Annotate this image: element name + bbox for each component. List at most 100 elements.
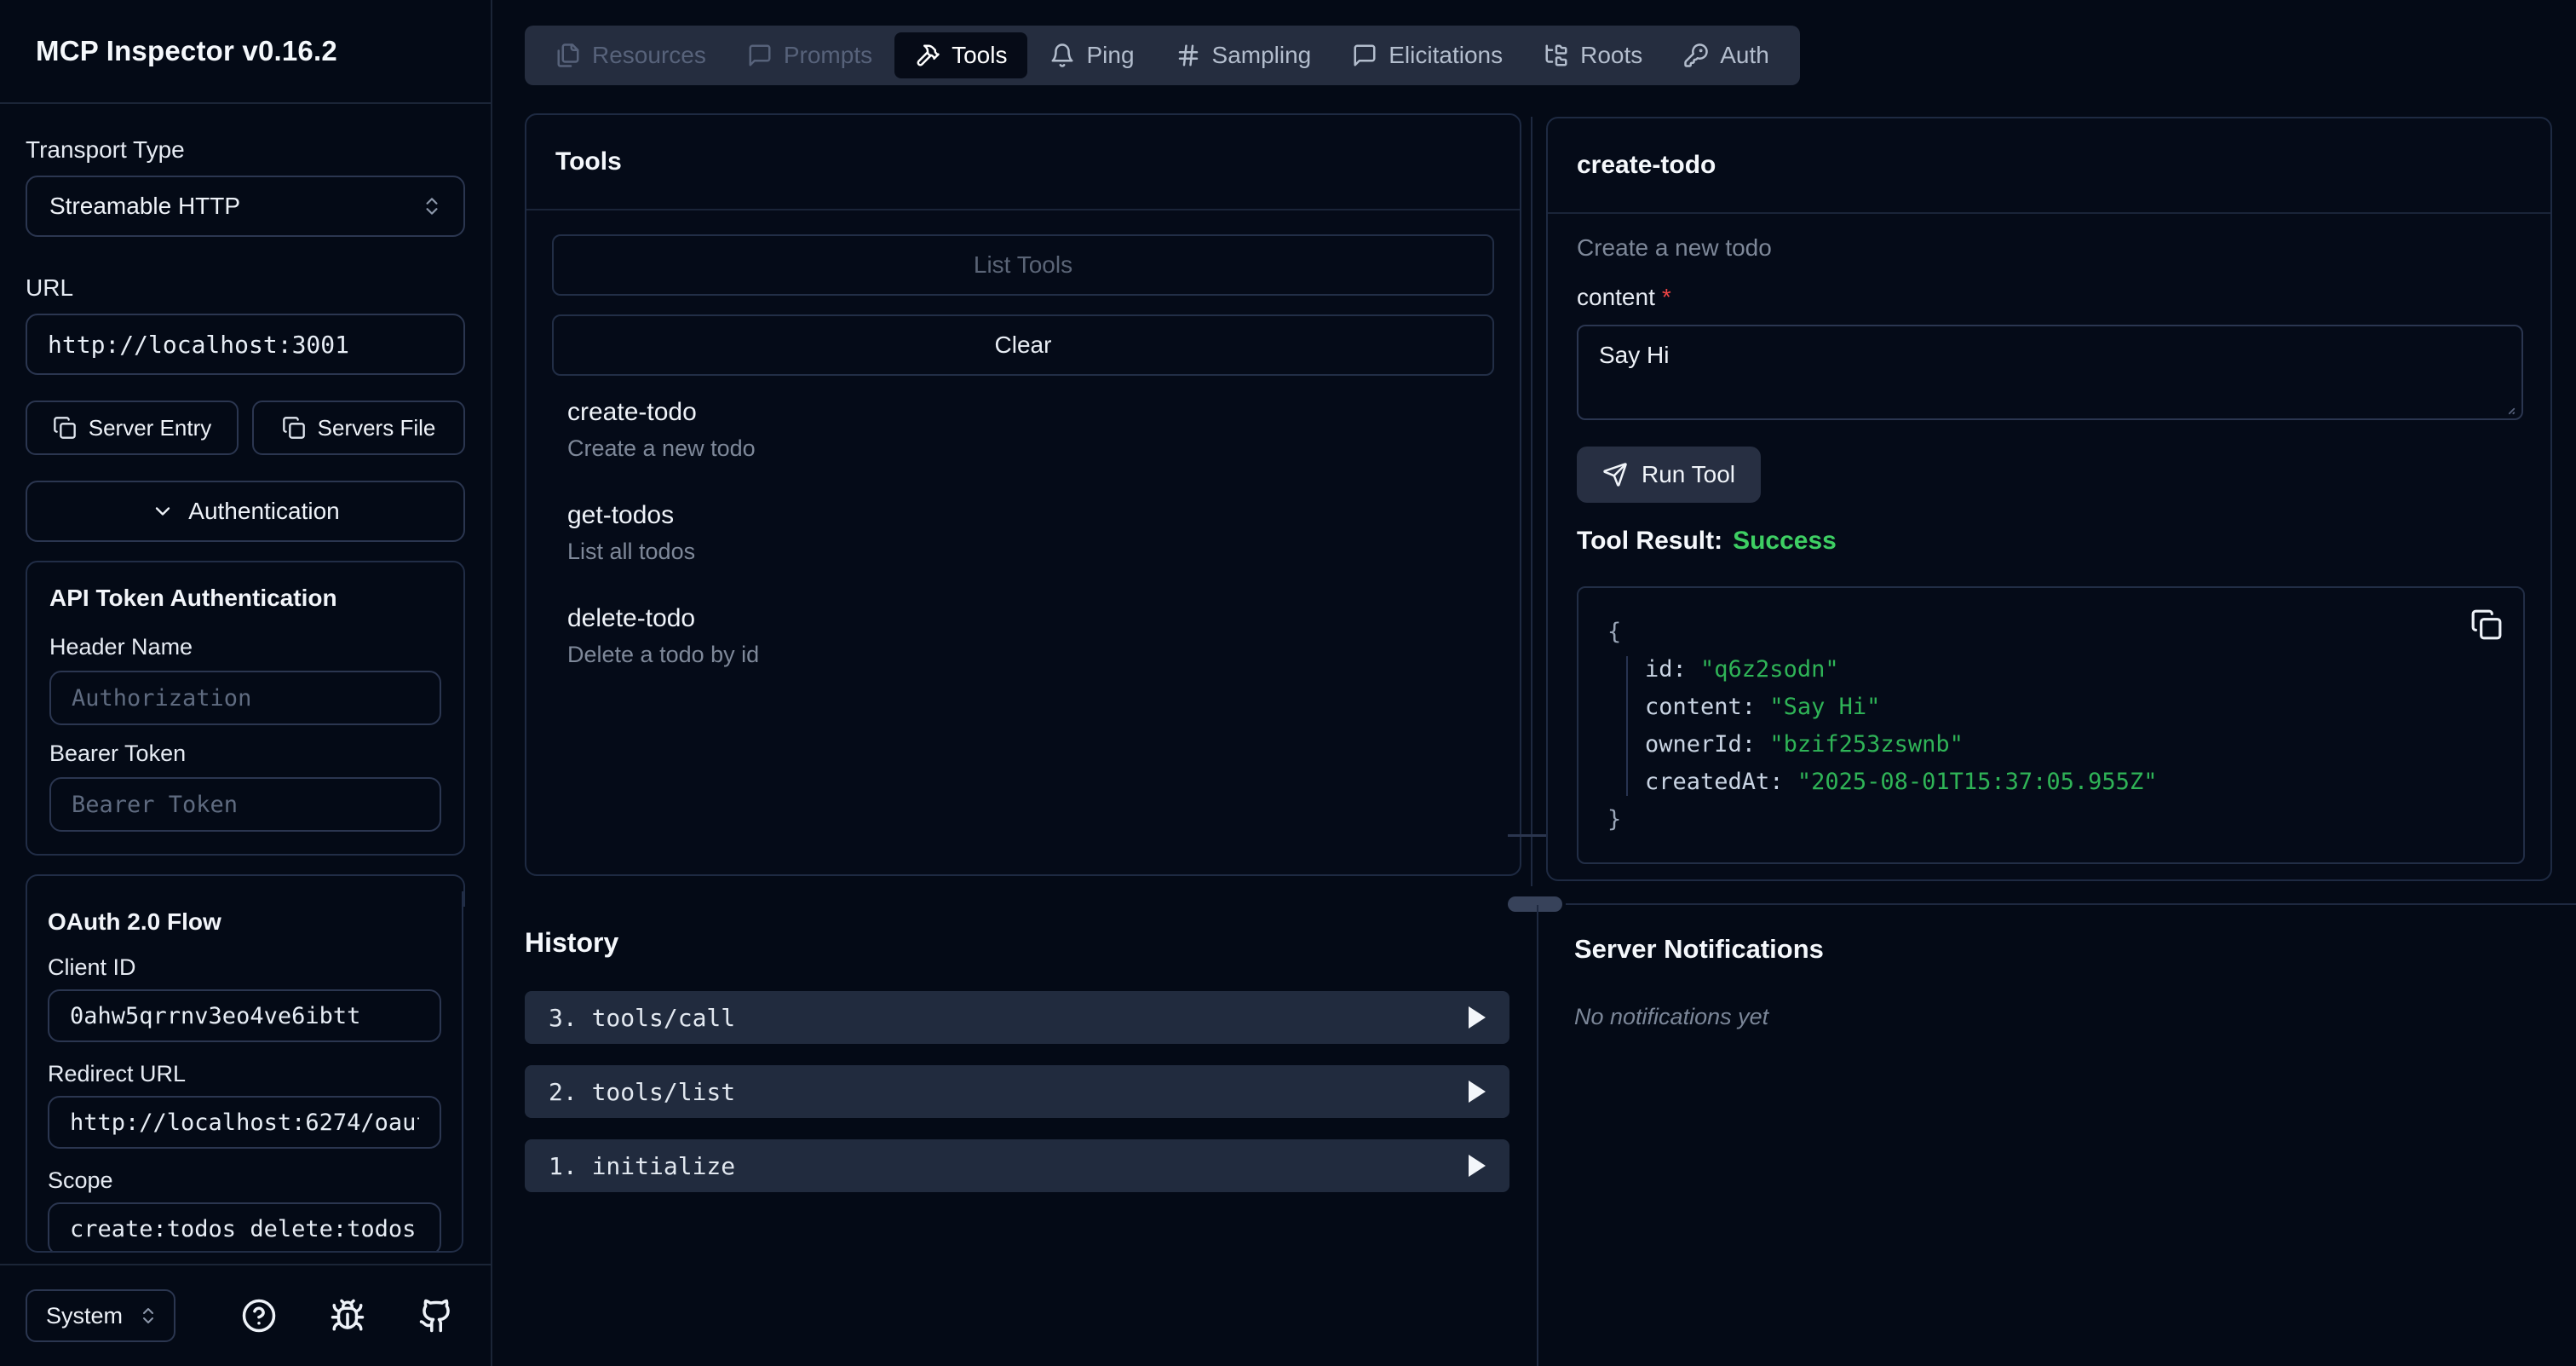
history-item-tools-call[interactable]: 3. tools/call — [525, 991, 1509, 1044]
tools-panel: Tools List Tools Clear create-todo Creat… — [525, 113, 1521, 876]
tool-result-json: { id: "q6z2sodn" content: "Say Hi" owner… — [1577, 586, 2525, 864]
server-entry-button[interactable]: Server Entry — [26, 401, 239, 455]
sidebar-footer: System — [0, 1264, 491, 1366]
tool-detail-title: create-todo — [1577, 151, 1716, 180]
hash-icon — [1176, 43, 1201, 68]
history-panel: History 3. tools/call 2. tools/list 1. i… — [525, 927, 1509, 1213]
github-icon — [418, 1298, 454, 1334]
bottom-vertical-divider — [1537, 905, 1538, 1366]
chevron-down-icon — [151, 499, 175, 523]
sidebar-header: MCP Inspector v0.16.2 — [0, 0, 491, 104]
servers-file-button[interactable]: Servers File — [252, 401, 465, 455]
json-close-brace: } — [1607, 801, 2498, 839]
history-title: History — [525, 927, 1509, 959]
expand-arrow-icon — [1469, 1006, 1486, 1029]
help-button[interactable] — [240, 1297, 278, 1334]
bearer-token-input[interactable] — [49, 777, 441, 832]
copy-icon — [2470, 608, 2503, 641]
tab-ping[interactable]: Ping — [1029, 26, 1154, 85]
panel-resize-divider[interactable] — [1531, 117, 1532, 886]
tool-result-status: Success — [1733, 527, 1837, 555]
tool-list-item-get-todos[interactable]: get-todos List all todos — [567, 501, 1479, 565]
no-notifications-message: No notifications yet — [1574, 1004, 1824, 1030]
json-entry: content: "Say Hi" — [1645, 689, 2498, 726]
horizontal-divider — [1566, 903, 2576, 905]
transport-type-label: Transport Type — [26, 136, 465, 164]
tab-auth[interactable]: Auth — [1663, 26, 1790, 85]
mcp-inspector-app: MCP Inspector v0.16.2 Transport Type Str… — [0, 0, 2576, 1366]
theme-value: System — [46, 1303, 123, 1329]
bug-report-button[interactable] — [329, 1297, 366, 1334]
run-tool-button[interactable]: Run Tool — [1577, 447, 1761, 503]
tool-result-label: Tool Result: — [1577, 527, 1722, 555]
scope-label: Scope — [48, 1167, 441, 1194]
horizontal-resize-handle[interactable] — [1508, 896, 1562, 912]
client-id-label: Client ID — [48, 954, 441, 981]
folder-tree-icon — [1544, 43, 1569, 68]
authentication-toggle[interactable]: Authentication — [26, 481, 465, 542]
api-token-auth-title: API Token Authentication — [49, 585, 441, 612]
oauth-flow-card: OAuth 2.0 Flow Client ID Redirect URL Sc… — [26, 891, 463, 1253]
redirect-url-label: Redirect URL — [48, 1061, 441, 1087]
tab-prompts[interactable]: Prompts — [727, 26, 893, 85]
clear-tools-button[interactable]: Clear — [552, 314, 1494, 376]
tool-detail-header: create-todo — [1548, 118, 2550, 214]
url-input[interactable] — [26, 314, 465, 375]
expand-arrow-icon — [1469, 1155, 1486, 1177]
expand-arrow-icon — [1469, 1081, 1486, 1103]
files-icon — [555, 43, 581, 68]
message-square-icon — [747, 43, 773, 68]
json-entries: id: "q6z2sodn" content: "Say Hi" ownerId… — [1607, 651, 2498, 801]
json-open-brace: { — [1607, 614, 2498, 651]
message-square-icon — [1352, 43, 1377, 68]
client-id-input[interactable] — [48, 989, 441, 1042]
bearer-token-label: Bearer Token — [49, 741, 441, 767]
bug-icon — [330, 1298, 365, 1334]
tool-detail-description: Create a new todo — [1577, 234, 2523, 262]
tab-tools[interactable]: Tools — [894, 32, 1027, 78]
redirect-url-input[interactable] — [48, 1096, 441, 1149]
bell-icon — [1049, 43, 1075, 68]
send-icon — [1602, 462, 1628, 487]
app-title: MCP Inspector v0.16.2 — [36, 35, 337, 67]
content-textarea[interactable]: Say Hi — [1577, 325, 2523, 420]
key-icon — [1683, 43, 1709, 68]
copy-json-button[interactable] — [2470, 608, 2503, 643]
help-circle-icon — [241, 1298, 277, 1334]
tool-detail-panel: create-todo Create a new todo content* S… — [1546, 117, 2552, 881]
tab-sampling[interactable]: Sampling — [1155, 26, 1332, 85]
history-item-tools-list[interactable]: 2. tools/list — [525, 1065, 1509, 1118]
tools-panel-header: Tools — [526, 115, 1520, 210]
tab-roots[interactable]: Roots — [1523, 26, 1663, 85]
header-name-label: Header Name — [49, 634, 441, 660]
tool-list-item-delete-todo[interactable]: delete-todo Delete a todo by id — [567, 604, 1479, 668]
required-marker: * — [1662, 284, 1671, 310]
tab-bar: Resources Prompts Tools Ping Sampling El… — [525, 26, 1800, 85]
tool-list: create-todo Create a new todo get-todos … — [552, 398, 1494, 668]
tools-panel-title: Tools — [555, 147, 622, 176]
json-entry: createdAt: "2025-08-01T15:37:05.955Z" — [1645, 764, 2498, 801]
sidebar-connection-settings: Transport Type Streamable HTTP URL Serve… — [0, 104, 491, 907]
server-notifications-title: Server Notifications — [1574, 934, 1824, 965]
tab-elicitations[interactable]: Elicitations — [1331, 26, 1523, 85]
tab-resources[interactable]: Resources — [535, 26, 727, 85]
chevrons-up-down-icon — [138, 1305, 158, 1326]
theme-select[interactable]: System — [26, 1289, 175, 1342]
tool-list-item-create-todo[interactable]: create-todo Create a new todo — [567, 398, 1479, 462]
transport-type-select[interactable]: Streamable HTTP — [26, 176, 465, 237]
api-token-auth-card: API Token Authentication Header Name Bea… — [26, 561, 465, 856]
chevrons-up-down-icon — [421, 195, 443, 217]
history-item-initialize[interactable]: 1. initialize — [525, 1139, 1509, 1192]
header-name-input[interactable] — [49, 671, 441, 725]
list-tools-button[interactable]: List Tools — [552, 234, 1494, 296]
github-button[interactable] — [417, 1297, 455, 1334]
sidebar: MCP Inspector v0.16.2 Transport Type Str… — [0, 0, 492, 1366]
server-notifications-panel: Server Notifications No notifications ye… — [1574, 934, 1824, 1030]
tool-result-row: Tool Result: Success — [1577, 527, 2523, 556]
scope-input[interactable] — [48, 1202, 441, 1253]
url-label: URL — [26, 274, 465, 302]
copy-icon — [53, 416, 77, 440]
content-field-label: content* — [1577, 284, 2523, 311]
json-entry: id: "q6z2sodn" — [1645, 651, 2498, 689]
oauth-flow-title: OAuth 2.0 Flow — [48, 908, 441, 936]
